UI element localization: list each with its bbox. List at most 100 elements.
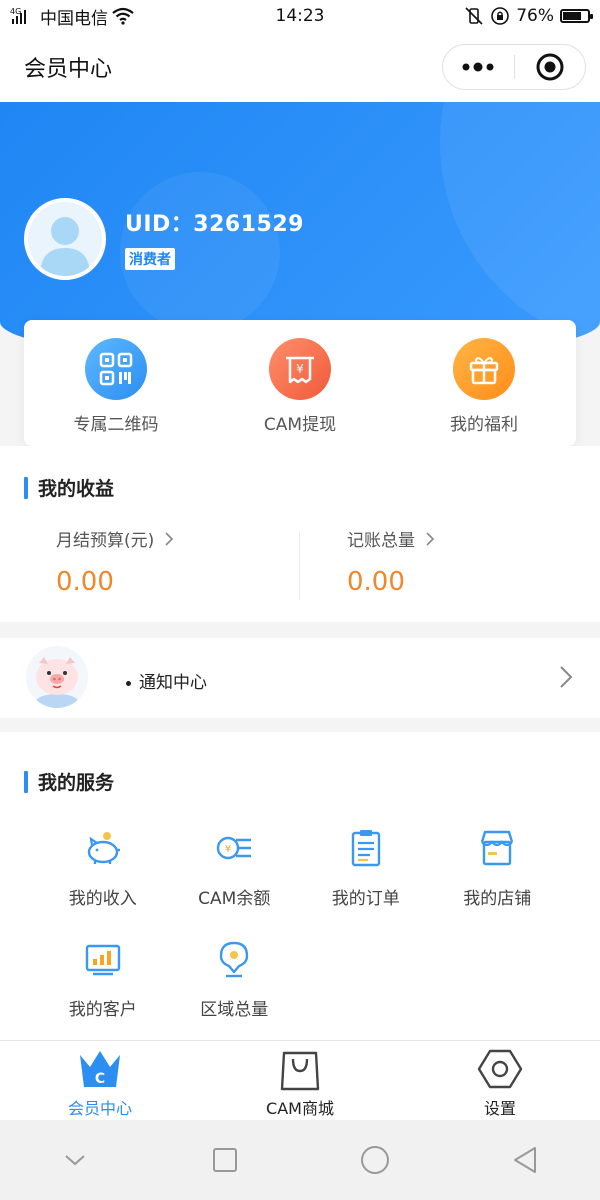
square-icon [213, 1148, 237, 1172]
tab-settings[interactable]: 设置 [400, 1041, 600, 1120]
service-label: 我的订单 [331, 889, 400, 909]
avatar[interactable] [24, 198, 106, 280]
svg-text:C: C [95, 1071, 105, 1087]
chevron-right-icon [165, 531, 174, 546]
section-header: 我的收益 [24, 474, 114, 501]
hide-nav-button[interactable] [55, 1140, 95, 1180]
chevron-right-icon [426, 531, 435, 546]
battery-percent: 76% [516, 6, 554, 26]
service-label: CAM余额 [198, 889, 271, 909]
user-uid: UID：3261529 [125, 212, 304, 237]
quick-action-label: CAM提现 [263, 415, 337, 435]
svg-text:¥: ¥ [296, 362, 304, 376]
service-my-orders[interactable]: 我的订单 [300, 826, 432, 909]
notice-center-label: 通知中心 [126, 668, 207, 693]
service-region-total[interactable]: 区域总量 [169, 937, 301, 1020]
quick-action-label: 专属二维码 [73, 415, 159, 435]
pig-mascot-icon [26, 646, 88, 708]
quick-action-withdraw[interactable]: ¥ CAM提现 [208, 320, 392, 446]
service-label: 我的店铺 [463, 889, 532, 909]
services-grid: 我的收入 ¥ CAM余额 我的订单 我的店铺 我的客户 区域总量 [37, 826, 563, 1020]
quick-actions-card: 专属二维码 ¥ CAM提现 我的福利 [24, 320, 576, 446]
service-label: 区域总量 [200, 1000, 269, 1020]
vibrate-mute-icon [464, 6, 484, 26]
tab-member-center[interactable]: C 会员中心 [0, 1041, 200, 1120]
stat-label: 记账总量 [347, 531, 415, 551]
shop-icon [475, 826, 519, 870]
back-button[interactable] [505, 1140, 545, 1180]
battery-icon [560, 9, 593, 23]
status-right: 76% [390, 6, 593, 26]
chevron-down-icon [65, 1155, 85, 1166]
role-badge: 消费者 [125, 248, 175, 270]
stat-value: 0.00 [347, 567, 405, 597]
section-accent-bar [24, 476, 28, 499]
wifi-icon [112, 7, 134, 25]
shopping-bag-icon [276, 1047, 324, 1091]
chevron-right-icon [558, 664, 574, 694]
system-navigation-bar [0, 1120, 600, 1200]
target-circle-icon [536, 53, 564, 81]
signal-icon: 4G [10, 6, 36, 26]
status-left: 4G 中国电信 [10, 4, 210, 29]
customer-chart-icon [81, 937, 125, 981]
carrier-name: 中国电信 [40, 8, 108, 29]
mini-program-capsule [442, 44, 586, 90]
bullet-dot [126, 680, 131, 686]
stat-value: 0.00 [56, 567, 114, 597]
more-menu-button[interactable] [443, 45, 514, 89]
close-mini-program-button[interactable] [515, 45, 586, 89]
hex-settings-icon [476, 1047, 524, 1091]
tab-cam-mall[interactable]: CAM商城 [200, 1041, 400, 1120]
default-avatar-icon [40, 217, 90, 276]
stat-divider [299, 532, 300, 600]
circle-home-icon [361, 1146, 389, 1174]
section-header: 我的服务 [24, 768, 114, 795]
triangle-back-icon [514, 1147, 536, 1173]
monthly-budget-stat[interactable]: 月结预算(元) 0.00 [56, 526, 356, 597]
coin-balance-icon: ¥ [212, 826, 256, 870]
tab-label: CAM商城 [266, 1099, 334, 1118]
order-list-icon [344, 826, 388, 870]
service-my-income[interactable]: 我的收入 [37, 826, 169, 909]
stat-label-row: 记账总量 [347, 526, 600, 551]
tab-label: 会员中心 [67, 1099, 132, 1118]
quick-action-label: 我的福利 [450, 415, 518, 435]
stat-label: 月结预算(元) [56, 531, 155, 551]
status-time: 14:23 [275, 6, 325, 26]
bottom-tab-bar: C 会员中心 CAM商城 设置 [0, 1040, 600, 1120]
section-title: 我的收益 [38, 478, 115, 500]
page-title: 会员中心 [24, 57, 113, 82]
gift-icon [453, 338, 515, 400]
qr-code-icon [85, 338, 147, 400]
notice-center-row[interactable]: 通知中心 [0, 638, 600, 718]
services-section: 我的服务 我的收入 ¥ CAM余额 我的订单 我的店铺 我的客户 区域总量 [0, 732, 600, 1040]
status-bar: 4G 中国电信 14:23 76% [0, 0, 600, 32]
earnings-section: 我的收益 月结预算(元) 0.00 记账总量 0.00 [0, 446, 600, 622]
service-cam-balance[interactable]: ¥ CAM余额 [169, 826, 301, 909]
network-type: 4G [10, 7, 21, 16]
quick-action-welfare[interactable]: 我的福利 [392, 320, 576, 446]
notice-label-text: 通知中心 [139, 673, 207, 693]
stat-label-row: 月结预算(元) [56, 526, 356, 551]
piggy-bank-icon [81, 826, 125, 870]
rotation-lock-icon [490, 6, 510, 26]
service-label: 我的收入 [68, 889, 137, 909]
section-title: 我的服务 [38, 772, 115, 794]
svg-text:¥: ¥ [225, 844, 231, 855]
service-my-shop[interactable]: 我的店铺 [432, 826, 564, 909]
receipt-yen-icon: ¥ [269, 338, 331, 400]
quick-action-qr-code[interactable]: 专属二维码 [24, 320, 208, 446]
nav-bar: 会员中心 [0, 32, 600, 102]
recent-apps-button[interactable] [205, 1140, 245, 1180]
home-button[interactable] [355, 1140, 395, 1180]
more-dots-icon [462, 62, 494, 72]
region-pin-icon [212, 937, 256, 981]
section-accent-bar [24, 770, 28, 793]
service-my-customers[interactable]: 我的客户 [37, 937, 169, 1020]
service-label: 我的客户 [68, 1000, 137, 1020]
decor-circle [440, 102, 600, 352]
total-bookkeeping-stat[interactable]: 记账总量 0.00 [347, 526, 600, 597]
crown-icon: C [76, 1047, 124, 1091]
tab-label: 设置 [483, 1099, 516, 1118]
